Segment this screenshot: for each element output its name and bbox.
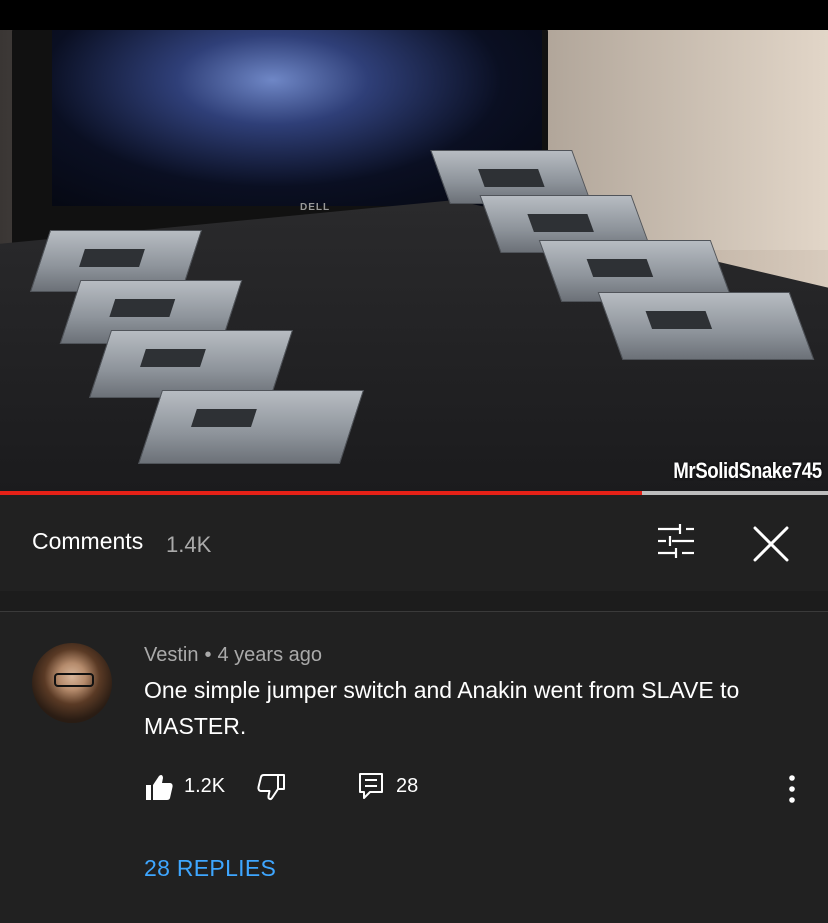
dislike-button[interactable] bbox=[256, 772, 286, 802]
comment-timestamp[interactable]: 4 years ago bbox=[218, 644, 323, 666]
like-count: 1.2K bbox=[184, 775, 226, 797]
comment-meta: Vestin • 4 years ago bbox=[144, 644, 322, 667]
thumbs-down-icon bbox=[257, 774, 285, 801]
close-icon bbox=[753, 526, 789, 562]
comment-icon bbox=[359, 773, 383, 799]
view-replies-link[interactable]: 28 REPLIES bbox=[144, 855, 276, 882]
more-options-button[interactable] bbox=[780, 774, 804, 804]
comment-text: One simple jumper switch and Anakin went… bbox=[144, 677, 740, 739]
reply-button[interactable] bbox=[358, 772, 384, 800]
video-player[interactable]: DELL MrSolidSnake745 bbox=[0, 30, 828, 492]
like-button[interactable] bbox=[144, 772, 174, 802]
sliders-icon bbox=[658, 524, 694, 558]
sort-filter-button[interactable] bbox=[650, 521, 702, 561]
comments-title: Comments bbox=[32, 528, 144, 554]
comment-actions: 1.2K 28 bbox=[144, 772, 824, 804]
comments-header: Comments 1.4K bbox=[0, 495, 828, 591]
avatar[interactable] bbox=[32, 643, 112, 723]
reply-count: 28 bbox=[396, 775, 419, 797]
thumbs-up-icon bbox=[146, 774, 173, 800]
floppy-drive bbox=[88, 330, 294, 398]
comment-author[interactable]: Vestin bbox=[144, 644, 198, 666]
section-divider bbox=[0, 591, 828, 612]
close-comments-button[interactable] bbox=[748, 521, 794, 567]
more-vertical-icon bbox=[789, 775, 795, 803]
floppy-drive bbox=[597, 292, 815, 360]
video-watermark: MrSolidSnake745 bbox=[673, 458, 823, 483]
comment-item: Vestin • 4 years ago One simple jumper swi… bbox=[0, 612, 828, 923]
avatar-glasses bbox=[54, 673, 94, 687]
meta-separator: • bbox=[204, 644, 212, 666]
monitor-logo: DELL bbox=[300, 202, 331, 213]
comments-count: 1.4K bbox=[166, 532, 212, 557]
status-bar bbox=[0, 0, 828, 30]
floppy-drive bbox=[137, 390, 365, 464]
